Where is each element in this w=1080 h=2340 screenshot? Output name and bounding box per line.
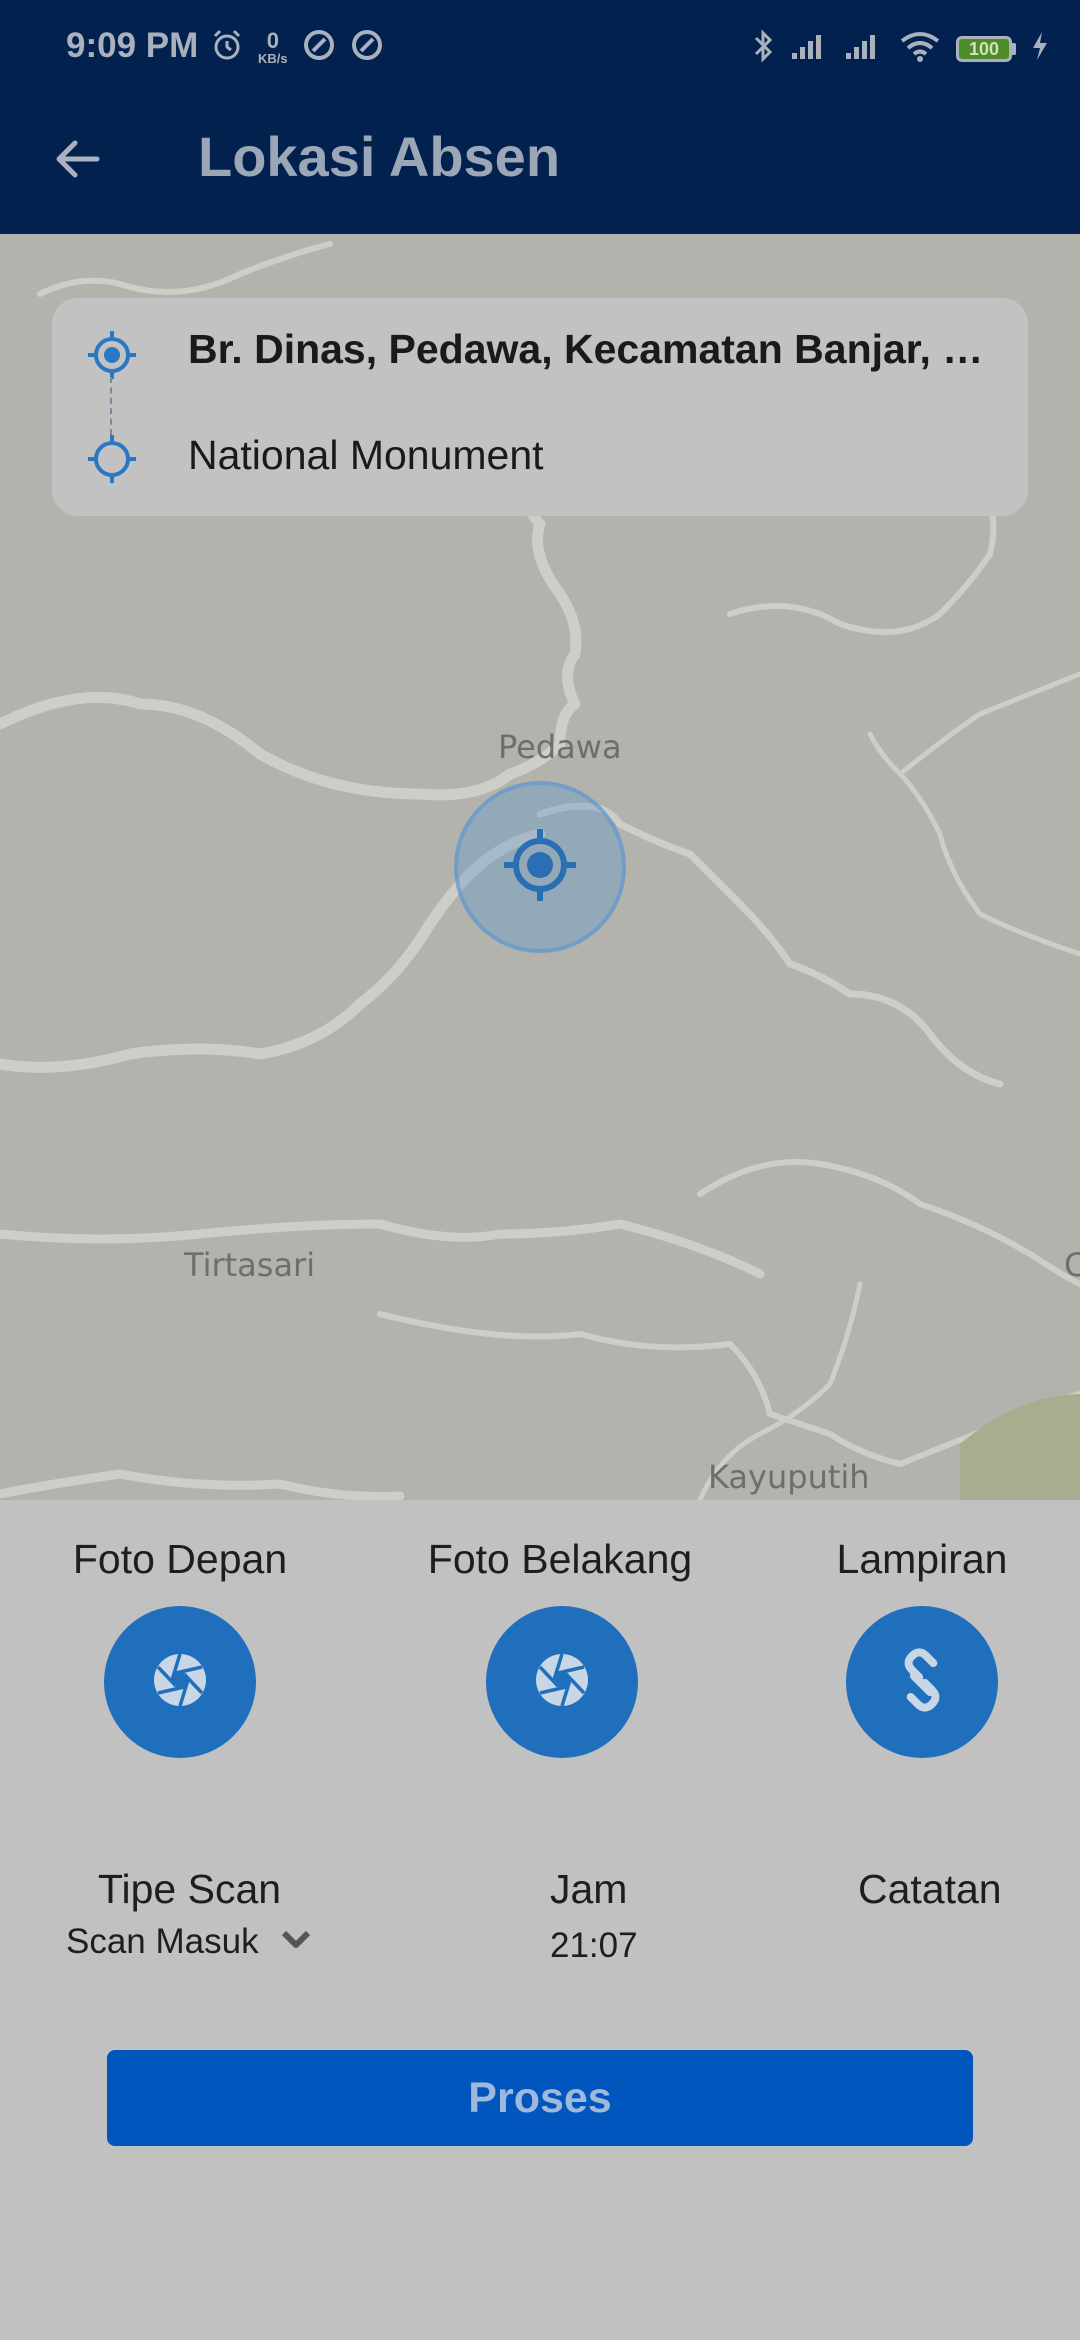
charging-icon <box>1030 30 1050 67</box>
signal-icon <box>790 31 830 66</box>
map-label-kayuputih: Kayuputih <box>708 1458 870 1496</box>
bluetooth-icon <box>752 28 776 69</box>
alarm-icon <box>210 28 244 67</box>
note-label[interactable]: Catatan <box>858 1866 1002 1913</box>
page-title: Lokasi Absen <box>198 125 561 188</box>
back-photo-button[interactable] <box>486 1606 638 1758</box>
signal-icon <box>844 31 884 66</box>
battery-level: 100 <box>956 35 1012 62</box>
attachment-button[interactable] <box>846 1606 998 1758</box>
front-photo-label: Foto Depan <box>72 1536 288 1582</box>
net-speed-value: 0 <box>266 27 279 53</box>
status-time: 9:09 PM <box>66 26 199 65</box>
wifi-icon <box>898 29 942 68</box>
net-speed-unit: KB/s <box>258 50 288 66</box>
time-label: Jam <box>550 1866 628 1912</box>
link-icon <box>888 1646 956 1719</box>
route-origin[interactable]: Br. Dinas, Pedawa, Kecamatan Banjar, Kab… <box>188 326 998 373</box>
map-label-tirtasari: Tirtasari <box>184 1246 316 1284</box>
gps-fixed-icon <box>86 329 138 386</box>
scan-type-label: Tipe Scan <box>98 1866 282 1912</box>
map-label-pedawa: Pedawa <box>498 728 622 766</box>
battery-icon: 100 <box>956 35 1016 62</box>
map-label-partial: C <box>1064 1246 1080 1284</box>
camera-shutter-icon <box>532 1650 592 1715</box>
app-bar: Lokasi Absen <box>0 98 1080 234</box>
locate-button[interactable] <box>454 781 626 953</box>
my-location-icon <box>498 823 582 912</box>
data-saver-icon <box>302 28 336 67</box>
back-photo-label: Foto Belakang <box>427 1536 693 1582</box>
back-button[interactable] <box>42 126 112 196</box>
route-destination[interactable]: National Monument <box>188 432 998 479</box>
route-connector <box>110 377 112 435</box>
gps-not-fixed-icon <box>86 433 138 490</box>
arrow-left-icon <box>53 137 101 186</box>
camera-shutter-icon <box>150 1650 210 1715</box>
net-speed: 0 KB/s <box>258 27 288 66</box>
attachment-label: Lampiran <box>836 1536 1008 1582</box>
scan-type-select[interactable]: Scan Masuk <box>66 1922 311 1962</box>
status-bar: 9:09 PM 0 KB/s 100 <box>0 0 1080 98</box>
time-value: 21:07 <box>550 1926 638 1965</box>
scan-type-value: Scan Masuk <box>66 1922 259 1961</box>
data-saver-icon <box>350 28 384 67</box>
front-photo-button[interactable] <box>104 1606 256 1758</box>
process-button[interactable]: Proses <box>107 2050 973 2146</box>
chevron-down-icon <box>281 1929 311 1956</box>
